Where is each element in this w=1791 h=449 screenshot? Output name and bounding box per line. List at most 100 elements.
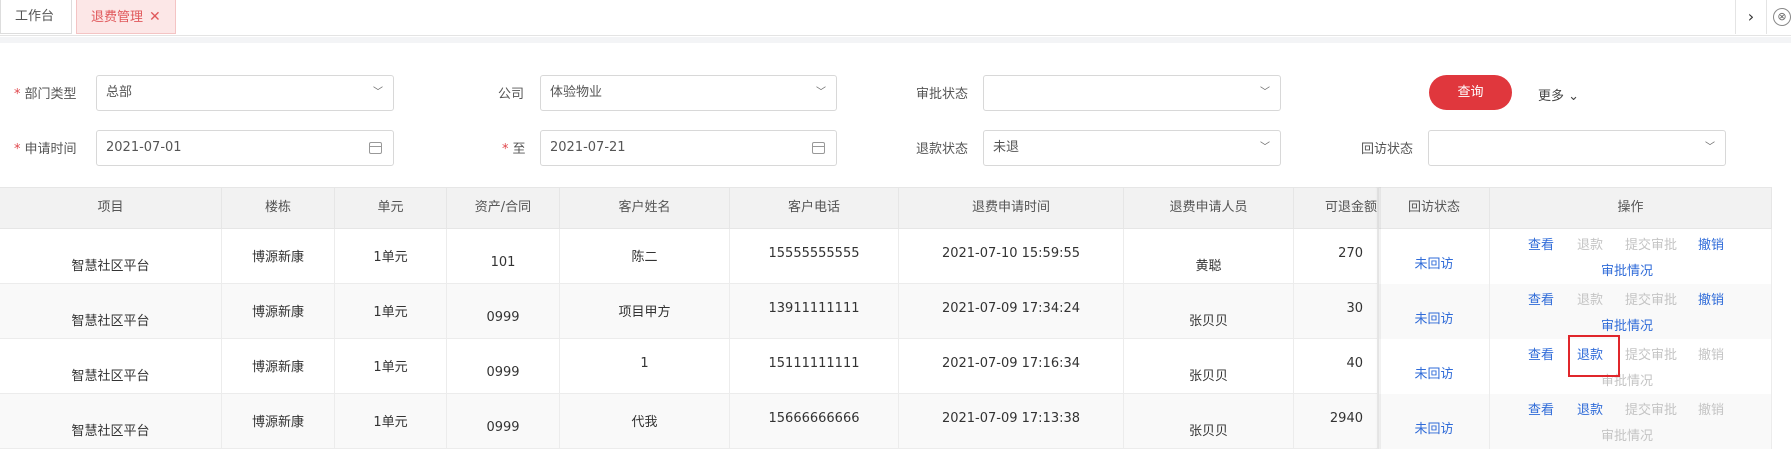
cell-applicant: 张贝贝 bbox=[1124, 284, 1294, 339]
actions-cell: 查看 退款 提交审批 撤销 审批情况 bbox=[1490, 339, 1772, 394]
submit-approval-action[interactable]: 提交审批 bbox=[1625, 399, 1677, 418]
submit-approval-action[interactable]: 提交审批 bbox=[1625, 344, 1677, 363]
col-building: 楼栋 bbox=[222, 188, 335, 228]
cell-project: 智慧社区平台 bbox=[0, 394, 222, 449]
col-project: 项目 bbox=[0, 188, 222, 228]
col-customer-name: 客户姓名 bbox=[560, 188, 730, 228]
query-button[interactable]: 查询 bbox=[1429, 75, 1512, 110]
cell-apply-time: 2021-07-09 17:13:38 bbox=[899, 394, 1124, 449]
cell-asset: 101 bbox=[447, 229, 560, 284]
tab-refund-management[interactable]: 退费管理 ✕ bbox=[76, 0, 176, 34]
cell-applicant: 张贝贝 bbox=[1124, 339, 1294, 394]
cell-building: 博源新康 bbox=[222, 284, 335, 339]
cell-building: 博源新康 bbox=[222, 394, 335, 449]
tab-label: 退费管理 bbox=[91, 10, 144, 25]
cell-asset: 0999 bbox=[447, 284, 560, 339]
chevron-right-icon[interactable]: › bbox=[1735, 0, 1767, 34]
cell-unit: 1单元 bbox=[335, 284, 447, 339]
approval-status-select[interactable]: ﹀ bbox=[983, 75, 1281, 111]
cell-project: 智慧社区平台 bbox=[0, 339, 222, 394]
chevron-down-icon: ﹀ bbox=[373, 87, 383, 98]
refund-status-select[interactable]: 未退 ﹀ bbox=[983, 130, 1281, 166]
cell-apply-time: 2021-07-10 15:59:55 bbox=[899, 229, 1124, 284]
dept-type-label: * 部门类型 bbox=[14, 87, 77, 102]
chevron-down-icon: ﹀ bbox=[1260, 142, 1270, 153]
tab-bar: 工作台 退费管理 ✕ › ⊗ bbox=[0, 0, 1791, 36]
cell-project: 智慧社区平台 bbox=[0, 284, 222, 339]
visit-status-link[interactable]: 未回访 bbox=[1378, 229, 1490, 284]
calendar-icon bbox=[812, 142, 825, 154]
cell-refundable-amount: 40 bbox=[1294, 339, 1378, 394]
close-all-tabs-icon[interactable]: ⊗ bbox=[1773, 8, 1791, 26]
revoke-action[interactable]: 撤销 bbox=[1698, 399, 1724, 418]
cell-customer-phone: 15111111111 bbox=[730, 339, 899, 394]
cell-building: 博源新康 bbox=[222, 229, 335, 284]
cell-refundable-amount: 30 bbox=[1294, 284, 1378, 339]
table-row: 智慧社区平台 博源新康 1单元 0999 代我 15666666666 2021-07-09… bbox=[0, 394, 1772, 449]
visit-status-link[interactable]: 未回访 bbox=[1378, 339, 1490, 394]
refund-action[interactable]: 退款 bbox=[1577, 399, 1603, 418]
chevron-down-icon: ﹀ bbox=[1705, 142, 1715, 153]
view-action[interactable]: 查看 bbox=[1528, 344, 1554, 363]
cell-customer-name: 项目甲方 bbox=[560, 284, 730, 339]
col-asset: 资产/合同 bbox=[447, 188, 560, 228]
view-action[interactable]: 查看 bbox=[1528, 289, 1554, 308]
refund-table: 项目 楼栋 单元 资产/合同 客户姓名 客户电话 退费申请时间 退费申请人员 可… bbox=[0, 187, 1772, 449]
actions-cell: 查看 退款 提交审批 撤销审批情况 bbox=[1490, 394, 1772, 449]
cell-refundable-amount: 270 bbox=[1294, 229, 1378, 284]
visit-status-label: 回访状态 bbox=[1361, 142, 1414, 157]
revoke-action[interactable]: 撤销 bbox=[1698, 234, 1724, 253]
chevron-down-icon: ﹀ bbox=[1260, 87, 1270, 98]
cell-refundable-amount: 2940 bbox=[1294, 394, 1378, 449]
table-row: 智慧社区平台 博源新康 1单元 0999 1 15111111111 2021-07-09 … bbox=[0, 339, 1772, 394]
company-label: 公司 bbox=[498, 87, 525, 102]
company-select[interactable]: 体验物业 ﹀ bbox=[540, 75, 837, 111]
table-header: 项目 楼栋 单元 资产/合同 客户姓名 客户电话 退费申请时间 退费申请人员 可… bbox=[0, 187, 1772, 229]
submit-approval-action[interactable]: 提交审批 bbox=[1625, 234, 1677, 253]
tab-workbench[interactable]: 工作台 bbox=[0, 0, 72, 34]
cell-unit: 1单元 bbox=[335, 229, 447, 284]
to-label: * 至 bbox=[502, 142, 526, 157]
visit-status-link[interactable]: 未回访 bbox=[1378, 394, 1490, 449]
visit-status-link[interactable]: 未回访 bbox=[1378, 284, 1490, 339]
view-action[interactable]: 查看 bbox=[1528, 234, 1554, 253]
apply-time-start-picker[interactable]: 2021-07-01 bbox=[96, 130, 394, 166]
cell-customer-phone: 13911111111 bbox=[730, 284, 899, 339]
cell-unit: 1单元 bbox=[335, 394, 447, 449]
view-action[interactable]: 查看 bbox=[1528, 399, 1554, 418]
refund-action[interactable]: 退款 bbox=[1577, 289, 1603, 308]
table-row: 智慧社区平台 博源新康 1单元 0999 项目甲方 13911111111 2021-07-… bbox=[0, 284, 1772, 339]
col-refundable-amount: 可退金额 bbox=[1294, 188, 1378, 228]
approval-details-action[interactable]: 审批情况 bbox=[1601, 315, 1653, 334]
cell-unit: 1单元 bbox=[335, 339, 447, 394]
refund-action[interactable]: 退款 bbox=[1577, 234, 1603, 253]
cell-applicant: 张贝贝 bbox=[1124, 394, 1294, 449]
tab-label: 工作台 bbox=[15, 9, 55, 24]
refund-status-label: 退款状态 bbox=[916, 142, 969, 157]
approval-details-action[interactable]: 审批情况 bbox=[1601, 425, 1653, 444]
more-filters-toggle[interactable]: 更多 ⌄ bbox=[1538, 85, 1579, 104]
actions-cell: 查看 退款 提交审批 撤销审批情况 bbox=[1490, 229, 1772, 284]
apply-time-end-picker[interactable]: 2021-07-21 bbox=[540, 130, 837, 166]
close-tab-icon[interactable]: ✕ bbox=[149, 9, 161, 25]
col-actions: 操作 bbox=[1490, 188, 1772, 228]
actions-cell: 查看 退款 提交审批 撤销审批情况 bbox=[1490, 284, 1772, 339]
submit-approval-action[interactable]: 提交审批 bbox=[1625, 289, 1677, 308]
cell-apply-time: 2021-07-09 17:16:34 bbox=[899, 339, 1124, 394]
cell-project: 智慧社区平台 bbox=[0, 229, 222, 284]
cell-asset: 0999 bbox=[447, 339, 560, 394]
revoke-action[interactable]: 撤销 bbox=[1698, 344, 1724, 363]
visit-status-select[interactable]: ﹀ bbox=[1428, 130, 1726, 166]
col-visit-status: 回访状态 bbox=[1378, 188, 1490, 228]
cell-building: 博源新康 bbox=[222, 339, 335, 394]
table-row: 智慧社区平台 博源新康 1单元 101 陈二 15555555555 2021-07-10 … bbox=[0, 229, 1772, 284]
chevron-down-icon: ﹀ bbox=[816, 87, 826, 98]
revoke-action[interactable]: 撤销 bbox=[1698, 289, 1724, 308]
apply-time-label: * 申请时间 bbox=[14, 142, 77, 157]
col-apply-time: 退费申请时间 bbox=[899, 188, 1124, 228]
approval-details-action[interactable]: 审批情况 bbox=[1601, 260, 1653, 279]
cell-customer-name: 1 bbox=[560, 339, 730, 394]
dept-type-select[interactable]: 总部 ﹀ bbox=[96, 75, 394, 111]
col-customer-phone: 客户电话 bbox=[730, 188, 899, 228]
cell-customer-name: 陈二 bbox=[560, 229, 730, 284]
